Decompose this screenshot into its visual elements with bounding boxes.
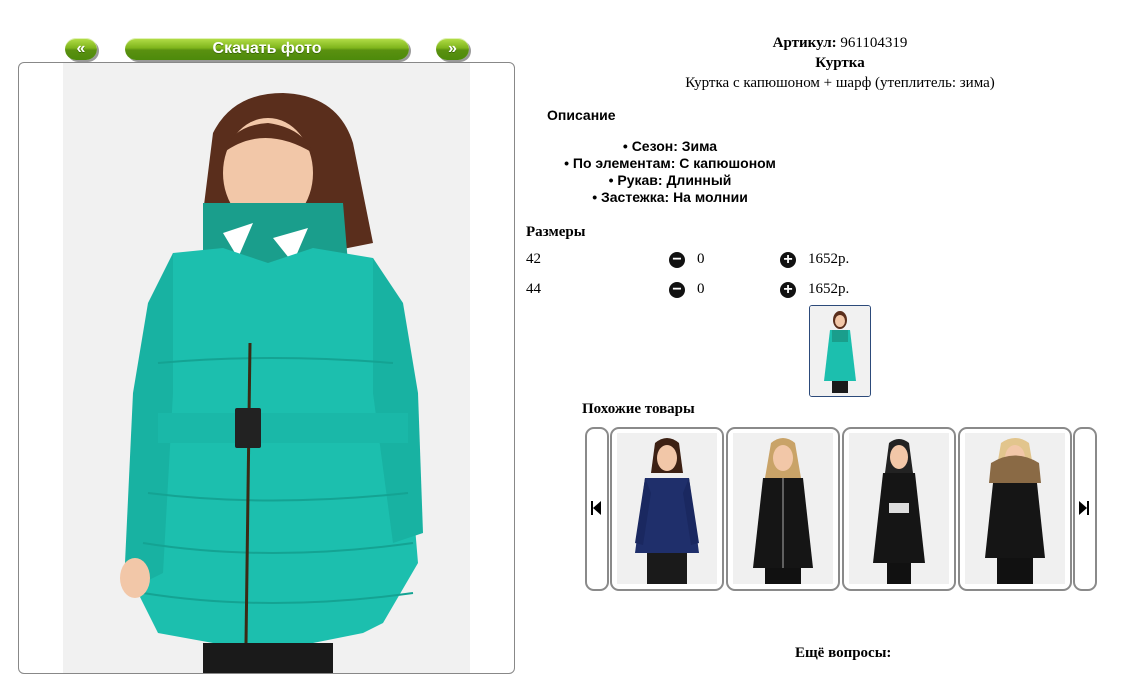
article-value: 961104319 [840, 35, 908, 51]
plus-circle-icon[interactable]: + [780, 252, 796, 268]
description-item: По элементам: С капюшоном [520, 155, 820, 172]
prev-photo-button[interactable]: « [65, 38, 97, 60]
similar-product-card[interactable] [842, 427, 956, 591]
description-list: Сезон: Зима По элементам: С капюшоном Ру… [520, 138, 820, 206]
description-item: Застежка: На молнии [520, 189, 820, 206]
description-item: Рукав: Длинный [520, 172, 820, 189]
similar-product-card[interactable] [726, 427, 840, 591]
product-description: Куртка с капюшоном + шарф (утеплитель: з… [685, 75, 995, 91]
similar-products-heading: Похожие товары [582, 401, 695, 417]
skip-back-icon [591, 501, 601, 515]
minus-circle-icon[interactable]: − [669, 282, 685, 298]
next-photo-button[interactable]: » [436, 38, 469, 60]
product-photo [63, 63, 470, 673]
size-value: 42 [526, 251, 541, 267]
carousel-next-button[interactable] [1073, 427, 1097, 591]
skip-forward-icon [1079, 501, 1089, 515]
size-value: 44 [526, 281, 541, 297]
quantity-value: 0 [697, 281, 705, 297]
plus-circle-icon[interactable]: + [780, 282, 796, 298]
more-questions-heading: Ещё вопросы: [795, 645, 892, 661]
product-photo-frame [18, 62, 515, 674]
article-label: Артикул: [772, 35, 837, 51]
product-thumbnail[interactable] [809, 305, 871, 397]
description-heading: Описание [547, 107, 616, 123]
product-name: Куртка [815, 55, 865, 71]
price-value: 1652р. [808, 281, 850, 297]
price-value: 1652р. [808, 251, 850, 267]
carousel-prev-button[interactable] [585, 427, 609, 591]
minus-circle-icon[interactable]: − [669, 252, 685, 268]
article-line: Артикул: 961104319 [560, 35, 1120, 52]
quantity-value: 0 [697, 251, 705, 267]
similar-product-card[interactable] [610, 427, 724, 591]
description-item: Сезон: Зима [520, 138, 820, 155]
sizes-heading: Размеры [526, 224, 586, 240]
download-photo-button[interactable]: Скачать фото [125, 38, 409, 60]
similar-product-card[interactable] [958, 427, 1072, 591]
